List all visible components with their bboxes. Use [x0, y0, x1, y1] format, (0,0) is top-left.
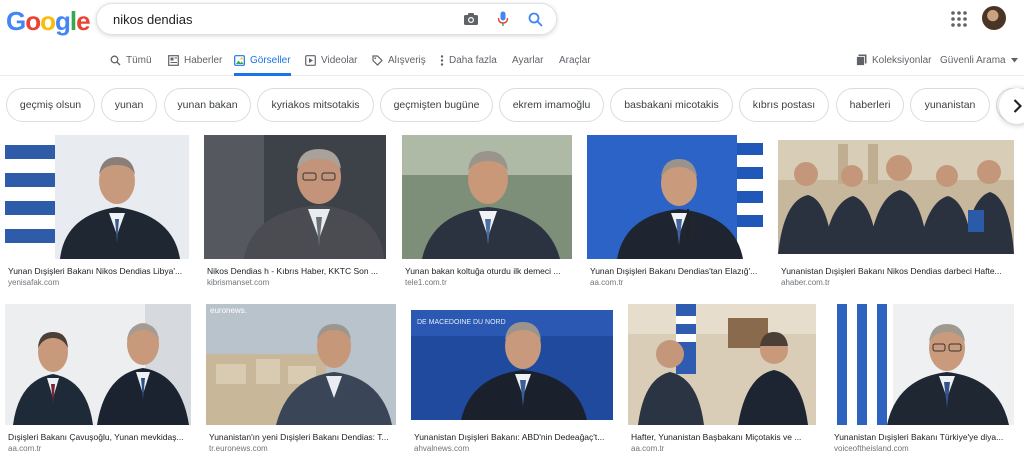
result-thumbnail	[5, 304, 191, 425]
google-logo[interactable]: Google	[6, 6, 91, 37]
microphone-icon[interactable]	[492, 8, 514, 30]
tab-label: Alışveriş	[388, 54, 426, 66]
result-thumbnail	[778, 140, 1014, 254]
related-searches: geçmiş olsun yunan yunan bakan kyriakos …	[0, 88, 1024, 124]
result-caption: Yunanistan'ın yeni Dışişleri Bakanı Dend…	[209, 432, 389, 442]
result-domain: aa.com.tr	[631, 444, 665, 453]
tab-news[interactable]: Haberler	[168, 44, 222, 76]
result-caption: Yunan Dışişleri Bakanı Nikos Dendias Lib…	[8, 266, 183, 276]
search-input[interactable]: nikos dendias	[113, 12, 450, 27]
image-result[interactable]: Hafter, Yunanistan Başbakanı Miçotakis v…	[628, 304, 816, 458]
safe-search-dropdown[interactable]: Güvenli Arama	[940, 44, 1018, 76]
more-vert-icon	[440, 54, 444, 66]
image-result[interactable]: euronews. Yunanistan'ın yeni Dışişleri B…	[206, 304, 396, 458]
result-domain: tr.euronews.com	[209, 444, 268, 453]
caret-down-icon	[1010, 57, 1018, 62]
image-icon	[234, 54, 245, 66]
result-thumbnail: DE MACEDOINE DU NORD	[411, 310, 613, 420]
logo-letter: o	[40, 6, 56, 36]
tab-all[interactable]: Tümü	[110, 44, 152, 76]
result-caption: Yunan Dışişleri Bakanı Dendias'tan Elazı…	[590, 266, 758, 276]
result-domain: tele1.com.tr	[405, 278, 447, 287]
tab-videos[interactable]: Videolar	[305, 44, 358, 76]
tag-icon	[372, 54, 383, 66]
tab-images[interactable]: Görseller	[234, 44, 291, 76]
image-result[interactable]: Dışişleri Bakanı Çavuşoğlu, Yunan mevkid…	[5, 304, 191, 458]
search-tabs: Tümü Haberler Görseller Videolar Alışver…	[0, 44, 1024, 76]
bookmark-icon	[856, 54, 867, 66]
result-caption: Yunanistan Dışişleri Bakanı Türkiye'ye d…	[834, 432, 1004, 442]
result-thumbnail	[402, 135, 572, 259]
image-result[interactable]: Nikos Dendias h - Kıbrıs Haber, KKTC Son…	[204, 135, 386, 289]
chip[interactable]: kıbrıs postası	[739, 88, 829, 122]
logo-letter: e	[76, 6, 91, 36]
euronews-overlay: euronews.	[210, 306, 247, 315]
chip[interactable]: yunan	[101, 88, 157, 122]
result-caption: Hafter, Yunanistan Başbakanı Miçotakis v…	[631, 432, 802, 442]
result-domain: kibrismanset.com	[207, 278, 270, 287]
chevron-right-icon	[1013, 99, 1022, 113]
result-thumbnail	[5, 135, 189, 259]
collections-link[interactable]: Koleksiyonlar	[856, 44, 931, 76]
result-domain: ahaber.com.tr	[781, 278, 830, 287]
chip[interactable]: kyriakos mitsotakis	[257, 88, 374, 122]
result-caption: Dışişleri Bakanı Çavuşoğlu, Yunan mevkid…	[8, 432, 184, 442]
result-thumbnail	[587, 135, 763, 259]
result-caption: Nikos Dendias h - Kıbrıs Haber, KKTC Son…	[207, 266, 379, 276]
result-thumbnail	[628, 304, 816, 425]
result-domain: ahvalnews.com	[414, 444, 470, 453]
result-thumbnail: euronews.	[206, 304, 396, 425]
tab-label: Ayarlar	[512, 54, 544, 66]
logo-letter: g	[55, 6, 71, 36]
result-domain: yenisafak.com	[8, 278, 60, 287]
image-result[interactable]: Yunan Dışişleri Bakanı Dendias'tan Elazı…	[587, 135, 763, 289]
search-icon	[110, 55, 121, 65]
tab-label: Daha fazla	[449, 54, 497, 66]
chip[interactable]: basbakani micotakis	[610, 88, 733, 122]
tab-label: Tümü	[126, 54, 152, 66]
tab-settings[interactable]: Ayarlar	[512, 44, 544, 76]
result-domain: aa.com.tr	[8, 444, 42, 453]
search-icon[interactable]	[524, 8, 546, 30]
result-caption: Yunanistan Dışişleri Bakanı: ABD'nin Ded…	[414, 432, 605, 442]
logo-letter: o	[25, 6, 41, 36]
camera-icon[interactable]	[460, 8, 482, 30]
tab-label: Haberler	[184, 54, 223, 66]
account-avatar[interactable]	[982, 6, 1006, 30]
news-icon	[168, 54, 179, 66]
chip[interactable]: haberleri	[836, 88, 904, 122]
tab-more[interactable]: Daha fazla	[440, 44, 497, 76]
result-caption: Yunan bakan koltuğa oturdu ilk demeci ..…	[405, 266, 561, 276]
chip[interactable]: yunan bakan	[164, 88, 251, 122]
apps-grid-icon[interactable]	[950, 10, 968, 28]
image-result[interactable]: Yunan Dışişleri Bakanı Nikos Dendias Lib…	[5, 135, 189, 289]
result-thumbnail	[831, 304, 1014, 425]
image-result[interactable]: DE MACEDOINE DU NORD Yunanistan Dışişler…	[411, 310, 613, 458]
safe-search-label: Güvenli Arama	[940, 54, 1006, 66]
result-domain: aa.com.tr	[590, 278, 624, 287]
chip[interactable]: geçmiş olsun	[6, 88, 95, 122]
search-box[interactable]: nikos dendias	[96, 3, 557, 35]
collections-label: Koleksiyonlar	[872, 54, 932, 66]
tab-label: Videolar	[321, 54, 358, 66]
tab-tools[interactable]: Araçlar	[559, 44, 591, 76]
tab-label: Görseller	[250, 54, 291, 66]
chip[interactable]: ekrem imamoğlu	[499, 88, 604, 122]
chip[interactable]: yunanistan	[910, 88, 990, 122]
chip[interactable]: geçmişten bugüne	[380, 88, 493, 122]
tab-shopping[interactable]: Alışveriş	[372, 44, 426, 76]
image-result[interactable]: Yunanistan Dışişleri Bakanı Nikos Dendia…	[778, 140, 1014, 289]
result-domain: voiceoftheisland.com	[834, 444, 909, 453]
tab-label: Araçlar	[559, 54, 591, 66]
result-caption: Yunanistan Dışişleri Bakanı Nikos Dendia…	[781, 266, 1002, 276]
backdrop-text: DE MACEDOINE DU NORD	[417, 319, 506, 326]
image-result[interactable]: Yunan bakan koltuğa oturdu ilk demeci ..…	[402, 135, 572, 289]
logo-letter: G	[6, 6, 26, 36]
result-thumbnail	[204, 135, 386, 259]
image-result[interactable]: Yunanistan Dışişleri Bakanı Türkiye'ye d…	[831, 304, 1014, 458]
play-icon	[305, 54, 316, 66]
